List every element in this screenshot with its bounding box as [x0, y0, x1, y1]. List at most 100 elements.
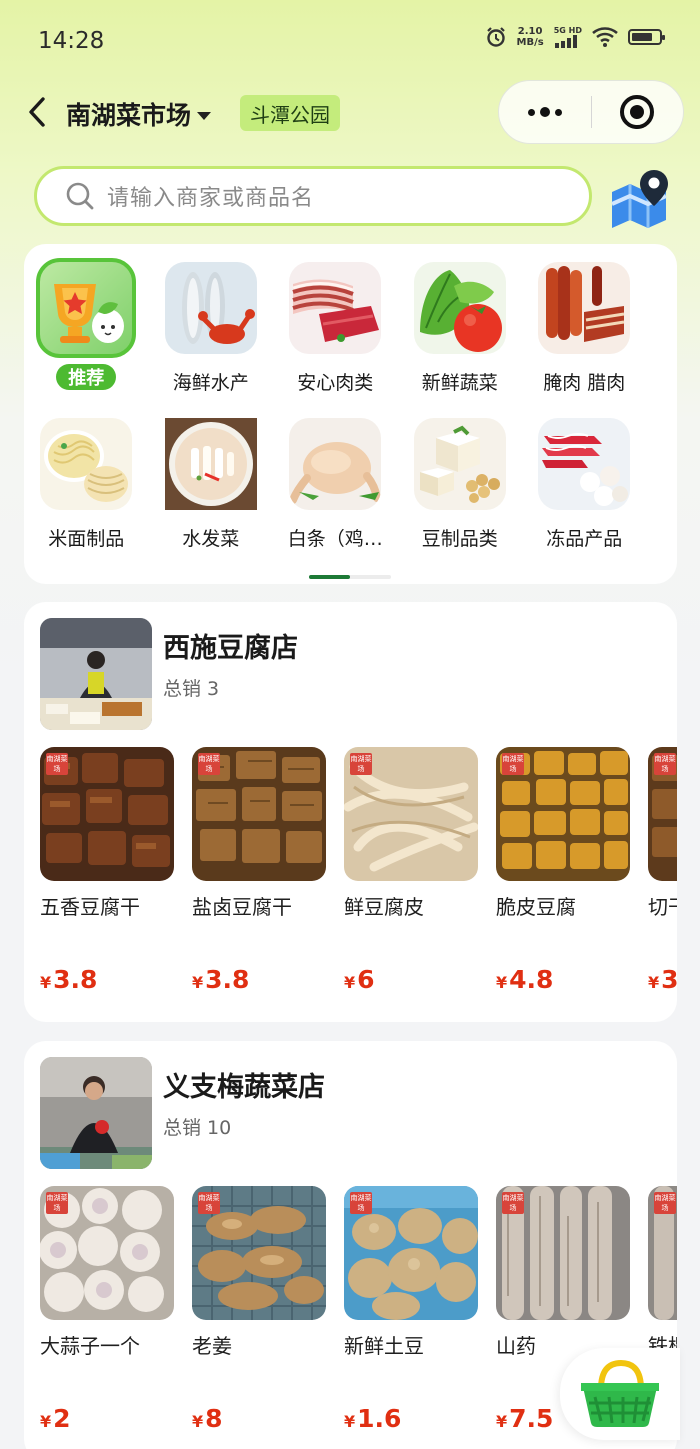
category-label: 推荐 — [56, 364, 117, 390]
category-row-2: 米面制品 水发菜 白条（鸡… 豆制品类 冻品产品 — [24, 418, 647, 550]
category-cured-meat[interactable]: 腌肉 腊肉 — [522, 262, 647, 394]
product-image: 南湖菜场 — [344, 1186, 478, 1320]
product-price: ¥8 — [192, 1404, 326, 1433]
category-label: 白条（鸡… — [287, 527, 383, 550]
product-watermark: 南湖菜场 — [502, 1192, 524, 1214]
currency-symbol: ¥ — [648, 973, 660, 992]
search-placeholder: 请输入商家或商品名 — [107, 186, 315, 211]
product-name: 五香豆腐干 — [40, 895, 140, 919]
location-tag[interactable]: 斗潭公园 — [240, 95, 340, 131]
signal-label: 5G HD — [553, 26, 582, 35]
search-input[interactable]: 请输入商家或商品名 — [34, 166, 592, 226]
recommend-trophy-icon — [36, 258, 137, 358]
signal-bars-icon — [554, 35, 577, 48]
product-card[interactable]: 南湖菜场 鲜豆腐皮 ¥6 — [344, 747, 478, 994]
shop-sales: 总销 10 — [163, 1117, 232, 1139]
category-label: 海鲜水产 — [172, 371, 249, 394]
mini-program-capsule — [498, 80, 684, 144]
category-recommend[interactable]: 推荐 — [24, 258, 149, 394]
category-seafood[interactable]: 海鲜水产 — [149, 262, 274, 394]
product-price: ¥3.8 — [192, 965, 326, 994]
caret-down-icon — [197, 112, 212, 120]
product-image: 南湖菜场 — [192, 1186, 326, 1320]
category-row-1: 推荐 海鲜水产 安心肉类 新鲜蔬菜 腌肉 腊肉 — [24, 258, 647, 394]
product-price: ¥3 — [648, 965, 677, 994]
product-price: ¥3.8 — [40, 965, 174, 994]
shop-name[interactable]: 西施豆腐店 — [163, 626, 298, 665]
shop-name[interactable]: 义支梅蔬菜店 — [163, 1065, 325, 1104]
market-name: 南湖菜市场 — [66, 101, 192, 130]
signal-group: 5G HD — [554, 26, 582, 48]
product-card[interactable]: 南湖菜场 老姜 ¥8 — [192, 1186, 326, 1433]
currency-symbol: ¥ — [496, 973, 508, 992]
currency-symbol: ¥ — [192, 973, 204, 992]
category-label: 新鲜蔬菜 — [421, 371, 498, 394]
category-card: 推荐 海鲜水产 安心肉类 新鲜蔬菜 腌肉 腊肉 米面制品 水发菜 白条（鸡… 豆… — [24, 244, 677, 584]
category-label: 腌肉 腊肉 — [543, 371, 626, 394]
product-image: 南湖菜场 — [648, 747, 677, 881]
product-name: 大蒜子一个 — [40, 1334, 140, 1358]
wifi-icon — [592, 27, 618, 47]
product-price: ¥1.6 — [344, 1404, 478, 1433]
shop-sales: 总销 3 — [163, 678, 220, 700]
product-image: 南湖菜场 — [40, 1186, 174, 1320]
category-label: 米面制品 — [48, 527, 125, 550]
product-card[interactable]: 南湖菜场 大蒜子一个 ¥2 — [40, 1186, 174, 1433]
battery-icon — [628, 29, 665, 45]
vegetable-icon — [413, 262, 506, 354]
product-name: 脆皮豆腐 — [496, 895, 576, 919]
back-button[interactable] — [20, 92, 54, 132]
close-button[interactable] — [592, 81, 684, 143]
map-button[interactable] — [608, 166, 674, 230]
product-price: ¥6 — [344, 965, 478, 994]
currency-symbol: ¥ — [40, 1412, 52, 1431]
category-frozen[interactable]: 冻品产品 — [522, 418, 647, 550]
currency-symbol: ¥ — [344, 1412, 356, 1431]
more-button[interactable] — [499, 81, 591, 143]
chevron-left-icon — [29, 97, 45, 127]
product-watermark: 南湖菜场 — [502, 753, 524, 775]
category-tofu[interactable]: 豆制品类 — [398, 418, 523, 550]
cured-meat-icon — [538, 262, 631, 354]
product-watermark: 南湖菜场 — [46, 753, 68, 775]
category-chicken[interactable]: 白条（鸡… — [273, 418, 398, 550]
product-card[interactable]: 南湖菜场 五香豆腐干 ¥3.8 — [40, 747, 174, 994]
price-value: 3 — [661, 965, 677, 994]
category-vegetable[interactable]: 新鲜蔬菜 — [398, 262, 523, 394]
soaked-vegetable-icon — [164, 418, 257, 510]
category-soaked-vegetable[interactable]: 水发菜 — [149, 418, 274, 550]
net-speed-value: 2.10 — [517, 26, 543, 37]
chicken-icon — [289, 418, 382, 510]
category-scroll-indicator — [309, 575, 391, 579]
product-watermark: 南湖菜场 — [198, 753, 220, 775]
status-bar: 14:28 2.10 MB/s 5G HD — [0, 0, 700, 80]
price-value: 2 — [53, 1404, 71, 1433]
product-watermark: 南湖菜场 — [350, 753, 372, 775]
category-meat[interactable]: 安心肉类 — [273, 262, 398, 394]
tofu-icon — [413, 418, 506, 510]
market-selector[interactable]: 南湖菜市场 — [66, 96, 212, 132]
product-card[interactable]: 南湖菜场 脆皮豆腐 ¥4.8 — [496, 747, 630, 994]
shop-avatar[interactable] — [40, 618, 152, 730]
shop-avatar[interactable] — [40, 1057, 152, 1169]
product-price: ¥4.8 — [496, 965, 630, 994]
product-card[interactable]: 南湖菜场 盐卤豆腐干 ¥3.8 — [192, 747, 326, 994]
product-image: 南湖菜场 — [496, 1186, 630, 1320]
status-icons: 2.10 MB/s 5G HD — [485, 26, 665, 48]
product-name: 盐卤豆腐干 — [192, 895, 292, 919]
search-icon — [66, 182, 94, 210]
cart-button[interactable] — [560, 1348, 680, 1440]
currency-symbol: ¥ — [344, 973, 356, 992]
category-noodle[interactable]: 米面制品 — [24, 418, 149, 550]
category-label: 安心肉类 — [297, 371, 374, 394]
currency-symbol: ¥ — [192, 1412, 204, 1431]
shop-card: 西施豆腐店 总销 3 南湖菜场 五香豆腐干 ¥3.8 南湖菜场 盐卤豆腐干 ¥3… — [24, 602, 677, 1022]
status-time: 14:28 — [38, 28, 105, 54]
map-pin-icon — [611, 170, 668, 228]
frozen-food-icon — [538, 418, 631, 510]
product-card[interactable]: 南湖菜场 新鲜土豆 ¥1.6 — [344, 1186, 478, 1433]
product-card[interactable]: 南湖菜场 切干 ¥3 — [648, 747, 677, 994]
product-image: 南湖菜场 — [344, 747, 478, 881]
product-image: 南湖菜场 — [40, 747, 174, 881]
product-image: 南湖菜场 — [192, 747, 326, 881]
